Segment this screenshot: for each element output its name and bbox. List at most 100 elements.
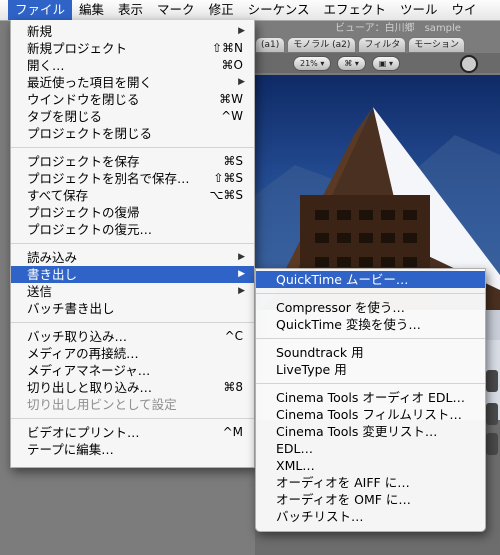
view-options-icon[interactable]: ⌘ ▾: [337, 55, 366, 71]
file-menu-item[interactable]: 読み込み ▶: [11, 249, 254, 266]
menu-bar: ファイル 編集 表示 マーク 修正 シーケンス エフェクト ツール ウイ: [0, 0, 500, 21]
menu-item-shortcut: ⌘8: [223, 380, 243, 394]
menu-item-label: EDL…: [276, 441, 313, 456]
menu-item-label: バッチリスト…: [276, 509, 364, 524]
menu-item-label: QuickTime ムービー…: [276, 272, 409, 287]
export-menu-item[interactable]: Compressor を使う…: [256, 299, 485, 316]
file-menu-item[interactable]: バッチ取り込み… ^C: [11, 328, 254, 345]
tab-audio-a1[interactable]: (a1): [255, 37, 286, 53]
scroll-handle[interactable]: [486, 403, 498, 425]
file-menu-item[interactable]: ウインドウを閉じる ⌘W: [11, 91, 254, 108]
menu-item-label: QuickTime 変換を使う…: [276, 317, 421, 332]
menu-separator: [256, 338, 485, 339]
menu-tools[interactable]: ツール: [393, 0, 445, 20]
menu-item-label: 新規プロジェクト: [27, 41, 128, 56]
file-menu-item[interactable]: テープに編集…: [11, 441, 254, 458]
submenu-arrow-icon: ▶: [238, 269, 245, 279]
export-menu-item[interactable]: QuickTime ムービー…: [256, 271, 485, 288]
menu-effects[interactable]: エフェクト: [316, 0, 393, 20]
menu-item-label: 切り出し用ビンとして設定: [27, 397, 177, 412]
file-menu-item[interactable]: ビデオにプリント… ^M: [11, 424, 254, 441]
menu-item-label: オーディオを OMF に…: [276, 492, 411, 507]
menu-item-label: ビデオにプリント…: [27, 425, 140, 440]
scroll-handle[interactable]: [486, 370, 498, 392]
menu-item-label: テープに編集…: [27, 442, 114, 457]
menu-item-shortcut: ⌘O: [221, 58, 243, 72]
viewer-tab-bar: (a1) モノラル (a2) フィルタ モーション: [255, 37, 500, 53]
apple-menu[interactable]: [0, 0, 8, 20]
viewer-title: ビューア：白川郷 sample: [335, 23, 461, 34]
menu-item-label: すべて保存: [27, 188, 89, 203]
menu-item-label: バッチ取り込み…: [27, 329, 128, 344]
menu-item-label: Cinema Tools オーディオ EDL…: [276, 390, 465, 405]
menu-window[interactable]: ウイ: [445, 0, 484, 20]
file-menu-item[interactable]: タブを閉じる ^W: [11, 108, 254, 125]
scroll-handle[interactable]: [486, 433, 498, 455]
zoom-popup[interactable]: 21% ▾: [293, 55, 332, 71]
menu-item-label: メディアマネージャ…: [27, 363, 151, 378]
export-menu-item[interactable]: LiveType 用: [256, 361, 485, 378]
menu-item-label: プロジェクトを保存: [27, 154, 140, 169]
menu-item-shortcut: ⌘S: [223, 154, 243, 168]
menu-item-label: XML…: [276, 458, 315, 473]
file-menu-item[interactable]: プロジェクトの復帰: [11, 204, 254, 221]
export-menu-item[interactable]: Cinema Tools 変更リスト…: [256, 423, 485, 440]
export-menu-item[interactable]: オーディオを AIFF に…: [256, 474, 485, 491]
export-menu-item[interactable]: Soundtrack 用: [256, 344, 485, 361]
file-menu-item[interactable]: 書き出し ▶: [11, 266, 254, 283]
file-menu-item[interactable]: プロジェクトの復元…: [11, 221, 254, 238]
menu-item-label: 読み込み: [27, 250, 78, 265]
tab-mono-a2[interactable]: モノラル (a2): [287, 37, 357, 53]
menu-item-label: 開く…: [27, 58, 65, 73]
file-menu-item[interactable]: 新規プロジェクト ⇧⌘N: [11, 40, 254, 57]
menu-separator: [256, 383, 485, 384]
menu-edit[interactable]: 編集: [72, 0, 111, 20]
overlay-options-icon[interactable]: ▣ ▾: [371, 55, 401, 71]
file-menu-item[interactable]: プロジェクトを保存 ⌘S: [11, 153, 254, 170]
menu-item-label: Cinema Tools 変更リスト…: [276, 424, 438, 439]
menu-item-label: 切り出しと取り込み…: [27, 380, 153, 395]
menu-modify[interactable]: 修正: [202, 0, 241, 20]
file-menu-item[interactable]: メディアマネージャ…: [11, 362, 254, 379]
tab-filters[interactable]: フィルタ: [358, 37, 407, 53]
menu-item-label: LiveType 用: [276, 362, 347, 377]
export-menu-item[interactable]: EDL…: [256, 440, 485, 457]
menu-item-label: Soundtrack 用: [276, 345, 364, 360]
menu-separator: [11, 418, 254, 419]
file-menu-item[interactable]: バッチ書き出し: [11, 300, 254, 317]
tab-motion[interactable]: モーション: [408, 37, 466, 53]
file-menu-item[interactable]: 新規 ▶: [11, 23, 254, 40]
export-menu-item[interactable]: オーディオを OMF に…: [256, 491, 485, 508]
file-menu-item[interactable]: プロジェクトを別名で保存… ⇧⌘S: [11, 170, 254, 187]
menu-mark[interactable]: マーク: [150, 0, 202, 20]
menu-item-label: プロジェクトの復元…: [27, 222, 153, 237]
menu-item-label: プロジェクトの復帰: [27, 205, 140, 220]
file-menu-item[interactable]: 切り出しと取り込み… ⌘8: [11, 379, 254, 396]
file-menu-item[interactable]: 送信 ▶: [11, 283, 254, 300]
menu-item-label: Cinema Tools フィルムリスト…: [276, 407, 462, 422]
menu-item-label: タブを閉じる: [27, 109, 103, 124]
menu-view[interactable]: 表示: [111, 0, 150, 20]
export-menu-item[interactable]: QuickTime 変換を使う…: [256, 316, 485, 333]
playhead-sync-icon[interactable]: [460, 55, 478, 73]
file-menu-item[interactable]: プロジェクトを閉じる: [11, 125, 254, 142]
menu-item-label: プロジェクトを閉じる: [27, 126, 153, 141]
file-menu-item[interactable]: すべて保存 ⌥⌘S: [11, 187, 254, 204]
menu-item-shortcut: ^M: [222, 425, 243, 439]
file-menu-item[interactable]: 開く… ⌘O: [11, 57, 254, 74]
menu-sequence[interactable]: シーケンス: [241, 0, 317, 20]
menu-item-shortcut: ⇧⌘N: [211, 41, 243, 55]
export-menu-item[interactable]: バッチリスト…: [256, 508, 485, 525]
menu-item-shortcut: ⌥⌘S: [209, 188, 243, 202]
submenu-arrow-icon: ▶: [238, 26, 245, 36]
viewer-controls: 21% ▾ ⌘ ▾ ▣ ▾: [255, 53, 500, 73]
menu-item-label: 新規: [27, 24, 53, 39]
export-menu-item[interactable]: Cinema Tools フィルムリスト…: [256, 406, 485, 423]
file-menu-item[interactable]: メディアの再接続…: [11, 345, 254, 362]
submenu-arrow-icon: ▶: [238, 252, 245, 262]
export-menu-item[interactable]: Cinema Tools オーディオ EDL…: [256, 389, 485, 406]
menu-item-shortcut: ^W: [221, 109, 243, 123]
file-menu-item[interactable]: 最近使った項目を開く ▶: [11, 74, 254, 91]
menu-file[interactable]: ファイル: [8, 0, 73, 20]
export-menu-item[interactable]: XML…: [256, 457, 485, 474]
